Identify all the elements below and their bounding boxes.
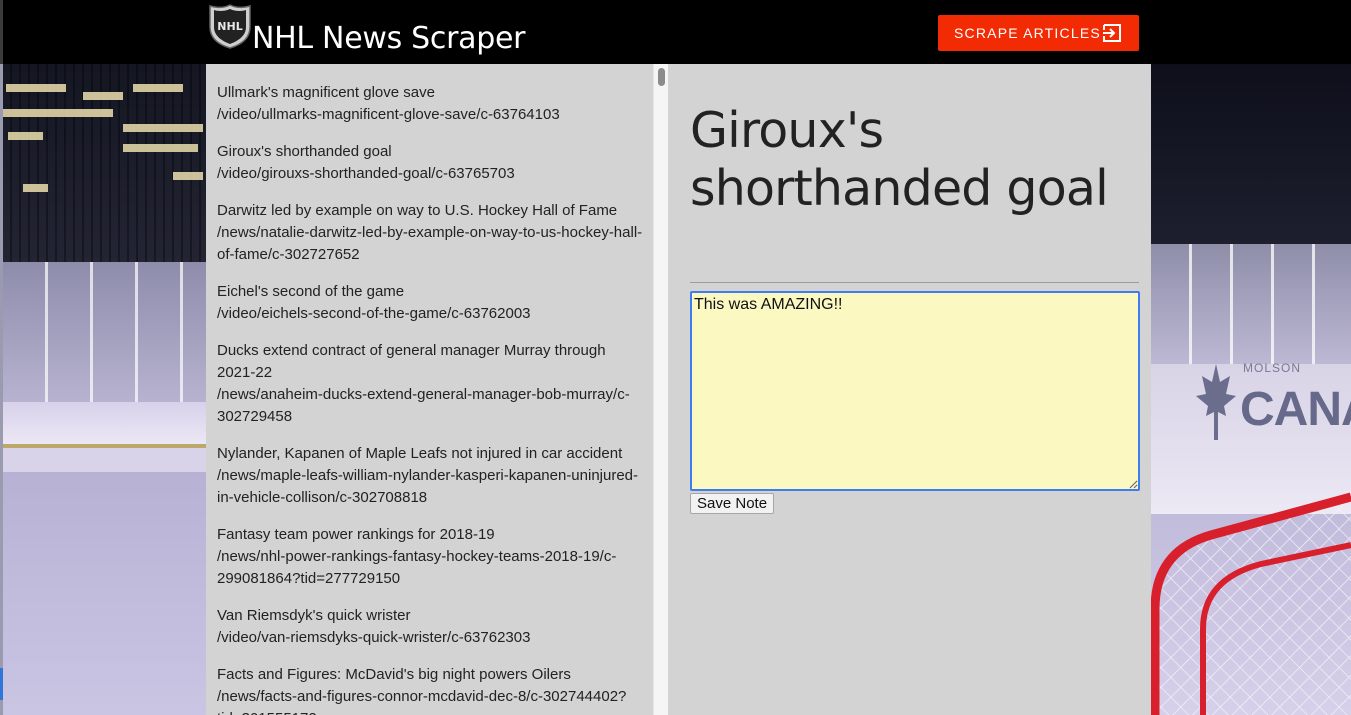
article-link[interactable]: /video/van-riemsdyks-quick-wrister/c-637… [217,627,643,649]
scrape-articles-button[interactable]: SCRAPE ARTICLES [938,15,1139,51]
board-ad-text: CANADIA [1240,383,1351,436]
save-note-button[interactable]: Save Note [690,493,775,514]
app-title: NHL News Scraper [252,21,526,56]
top-nav-bar: NHL NHL News Scraper SCRAPE ARTICLES [0,0,1351,64]
selected-article-title: Giroux's shorthanded goal [690,102,1109,217]
article-item[interactable]: Eichel's second of the game/video/eichel… [217,281,653,325]
article-link[interactable]: /video/eichels-second-of-the-game/c-6376… [217,303,643,325]
article-title[interactable]: Fantasy team power rankings for 2018-19 [217,524,643,546]
article-link[interactable]: /news/anaheim-ducks-extend-general-manag… [217,384,643,428]
ice-surface-left [3,472,206,715]
nhl-logo-icon: NHL [209,4,251,49]
article-title[interactable]: Facts and Figures: McDavid's big night p… [217,664,643,686]
article-title[interactable]: Van Riemsdyk's quick wrister [217,605,643,627]
scrollbar-thumb[interactable] [658,68,665,86]
articles-list[interactable]: Ullmark's magnificent glove save/video/u… [206,64,653,715]
resize-grip-icon[interactable] [1129,480,1138,489]
svg-text:NHL: NHL [217,20,242,33]
article-item[interactable]: Fantasy team power rankings for 2018-19/… [217,524,653,590]
article-link[interactable]: /news/maple-leafs-william-nylander-kaspe… [217,465,643,509]
rink-boards-left [3,402,206,472]
divider [690,282,1139,283]
city-buildings-right [1151,64,1351,244]
article-item[interactable]: Van Riemsdyk's quick wrister/video/van-r… [217,605,653,649]
article-item[interactable]: Facts and Figures: McDavid's big night p… [217,664,653,715]
article-link[interactable]: /video/ullmarks-magnificent-glove-save/c… [217,104,643,126]
article-link[interactable]: /news/facts-and-figures-connor-mcdavid-d… [217,686,643,715]
rink-glass-left [3,262,206,402]
hockey-net [1151,492,1351,715]
article-link[interactable]: /news/natalie-darwitz-led-by-example-on-… [217,222,643,266]
article-title[interactable]: Darwitz led by example on way to U.S. Ho… [217,200,643,222]
exit-to-app-icon [1103,24,1121,42]
article-title[interactable]: Eichel's second of the game [217,281,643,303]
article-item[interactable]: Nylander, Kapanen of Maple Leafs not inj… [217,443,653,509]
article-link[interactable]: /video/girouxs-shorthanded-goal/c-637657… [217,163,643,185]
maple-leaf-logo [1196,364,1236,440]
article-title[interactable]: Giroux's shorthanded goal [217,141,643,163]
article-title[interactable]: Ducks extend contract of general manager… [217,340,643,384]
articles-scrollbar[interactable] [653,64,668,715]
article-item[interactable]: Giroux's shorthanded goal/video/girouxs-… [217,141,653,185]
article-title[interactable]: Ullmark's magnificent glove save [217,82,643,104]
article-item[interactable]: Ullmark's magnificent glove save/video/u… [217,82,653,126]
board-ad-small-text: MOLSON [1243,361,1302,375]
article-item[interactable]: Ducks extend contract of general manager… [217,340,653,428]
article-link[interactable]: /news/nhl-power-rankings-fantasy-hockey-… [217,546,643,590]
article-item[interactable]: Darwitz led by example on way to U.S. Ho… [217,200,653,266]
scrape-articles-label: SCRAPE ARTICLES [954,25,1101,41]
city-buildings-left [3,64,206,264]
note-textarea[interactable] [690,291,1140,491]
article-detail-panel: Giroux's shorthanded goal Save Note [668,64,1151,715]
article-title[interactable]: Nylander, Kapanen of Maple Leafs not inj… [217,443,643,465]
rink-glass-right [1151,244,1351,364]
